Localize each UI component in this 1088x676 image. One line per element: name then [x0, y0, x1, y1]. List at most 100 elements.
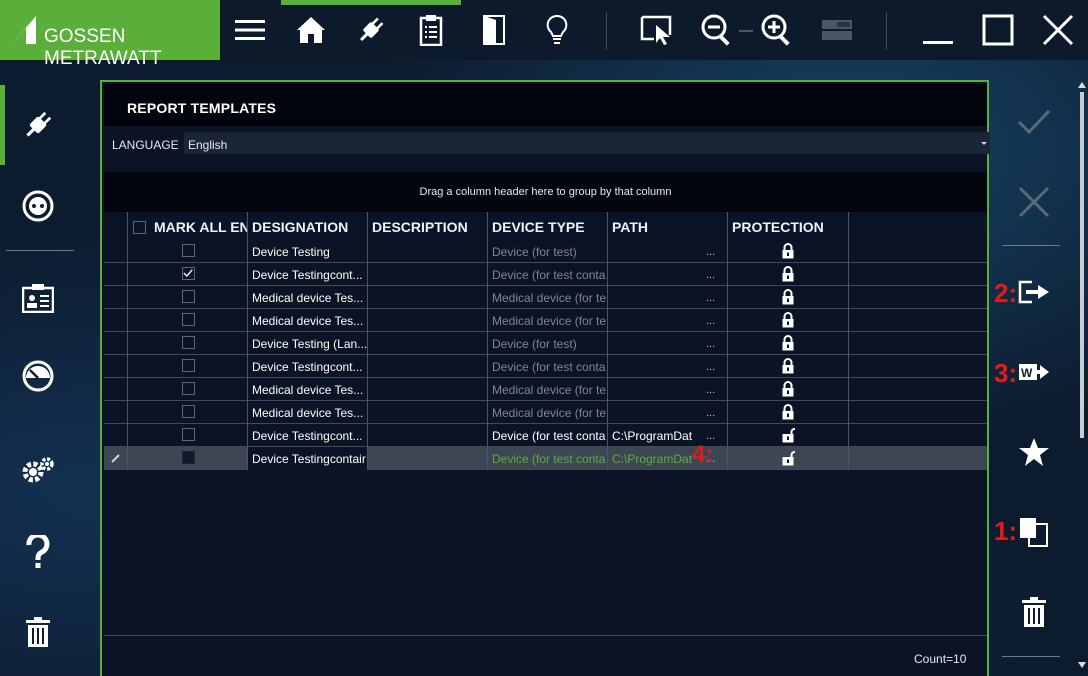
- device-type-cell[interactable]: Device (for test conta: [488, 424, 608, 447]
- sidebar-item-measurements[interactable]: [0, 336, 76, 416]
- row-indicator[interactable]: [104, 240, 128, 263]
- protection-cell[interactable]: [728, 263, 849, 286]
- mark-cell[interactable]: [128, 309, 248, 332]
- path-cell[interactable]: ...: [608, 240, 728, 263]
- table-row[interactable]: Device Testing (Lan... Device (for test).…: [104, 332, 987, 355]
- path-browse-button[interactable]: ...: [706, 246, 715, 258]
- cancel-button[interactable]: [990, 162, 1078, 242]
- lightbulb-button[interactable]: [535, 8, 579, 52]
- confirm-button[interactable]: [990, 82, 1078, 162]
- description-cell[interactable]: [368, 401, 488, 424]
- menu-button[interactable]: [228, 8, 272, 52]
- header-protection[interactable]: PROTECTION: [728, 212, 849, 240]
- close-window-button[interactable]: [1036, 8, 1080, 52]
- table-row[interactable]: Medical device Tes... Medical device (for…: [104, 378, 987, 401]
- description-cell[interactable]: [368, 378, 488, 401]
- path-browse-button[interactable]: ...: [706, 384, 715, 396]
- row-indicator[interactable]: [104, 401, 128, 424]
- protection-cell[interactable]: [728, 355, 849, 378]
- mark-cell[interactable]: [128, 424, 248, 447]
- row-indicator[interactable]: [104, 263, 128, 286]
- designation-cell[interactable]: Device Testing (Lan...: [248, 332, 368, 355]
- protection-cell[interactable]: [728, 286, 849, 309]
- device-type-cell[interactable]: Device (for test): [488, 240, 608, 263]
- description-cell[interactable]: [368, 447, 488, 470]
- row-checkbox[interactable]: [182, 405, 195, 418]
- path-cell[interactable]: ...: [608, 309, 728, 332]
- scrollbar-thumb[interactable]: [1080, 92, 1084, 438]
- row-indicator[interactable]: [104, 424, 128, 447]
- group-by-area[interactable]: Drag a column header here to group by th…: [104, 172, 987, 212]
- mark-cell[interactable]: [128, 401, 248, 424]
- path-cell[interactable]: ...: [608, 286, 728, 309]
- table-row[interactable]: Device Testingcont... Device (for test co…: [104, 355, 987, 378]
- minimize-button[interactable]: [916, 8, 960, 52]
- sidebar-item-settings[interactable]: [0, 430, 76, 510]
- device-type-cell[interactable]: Medical device (for te: [488, 401, 608, 424]
- path-cell[interactable]: ...: [608, 332, 728, 355]
- header-description[interactable]: DESCRIPTION: [368, 212, 488, 240]
- row-checkbox[interactable]: [182, 451, 195, 464]
- mark-cell[interactable]: [128, 447, 248, 470]
- row-checkbox[interactable]: [182, 428, 195, 441]
- sidebar-item-help[interactable]: [0, 512, 76, 592]
- path-cell[interactable]: ...: [608, 401, 728, 424]
- table-row[interactable]: Medical device Tes... Medical device (for…: [104, 401, 987, 424]
- device-type-cell[interactable]: Medical device (for te: [488, 309, 608, 332]
- header-mark-all[interactable]: MARK ALL EN: [128, 212, 248, 240]
- mark-cell[interactable]: [128, 286, 248, 309]
- table-row[interactable]: Device Testingcont... Device (for test co…: [104, 263, 987, 286]
- layout-button[interactable]: [815, 8, 859, 52]
- delete-button[interactable]: [990, 572, 1078, 652]
- row-checkbox[interactable]: [182, 359, 195, 372]
- path-cell[interactable]: ...: [608, 378, 728, 401]
- description-cell[interactable]: [368, 309, 488, 332]
- path-browse-button[interactable]: ...: [706, 338, 715, 350]
- protection-cell[interactable]: [728, 332, 849, 355]
- zoom-in-button[interactable]: [755, 8, 799, 52]
- row-checkbox[interactable]: [182, 267, 195, 280]
- device-type-cell[interactable]: Device (for test conta: [488, 447, 608, 470]
- description-cell[interactable]: [368, 286, 488, 309]
- path-browse-button[interactable]: ...: [706, 269, 715, 281]
- row-indicator[interactable]: [104, 378, 128, 401]
- exit-door-button[interactable]: [472, 8, 516, 52]
- row-checkbox[interactable]: [182, 336, 195, 349]
- sidebar-item-delete[interactable]: [0, 592, 76, 672]
- mark-cell[interactable]: [128, 332, 248, 355]
- protection-cell[interactable]: [728, 309, 849, 332]
- protection-cell[interactable]: [728, 378, 849, 401]
- designation-cell[interactable]: Device Testing: [248, 240, 368, 263]
- home-button[interactable]: [289, 8, 333, 52]
- protection-cell[interactable]: [728, 240, 849, 263]
- row-indicator[interactable]: [104, 309, 128, 332]
- table-row[interactable]: Device Testingcont... Device (for test co…: [104, 424, 987, 447]
- device-type-cell[interactable]: Device (for test): [488, 332, 608, 355]
- scroll-up-arrow[interactable]: [1078, 82, 1086, 88]
- favorite-button[interactable]: [990, 412, 1078, 492]
- designation-cell[interactable]: Device Testingcont...: [248, 355, 368, 378]
- row-indicator[interactable]: [104, 286, 128, 309]
- zoom-out-button[interactable]: [695, 8, 739, 52]
- protection-cell[interactable]: [728, 401, 849, 424]
- path-browse-button[interactable]: ...: [706, 407, 715, 419]
- protection-cell[interactable]: [728, 447, 849, 470]
- device-type-cell[interactable]: Device (for test conta: [488, 263, 608, 286]
- sidebar-item-devices[interactable]: [0, 85, 76, 165]
- clipboard-button[interactable]: [409, 8, 453, 52]
- mark-cell[interactable]: [128, 263, 248, 286]
- description-cell[interactable]: [368, 332, 488, 355]
- designation-cell[interactable]: Device Testingcont...: [248, 263, 368, 286]
- table-row[interactable]: Medical device Tes... Medical device (for…: [104, 286, 987, 309]
- device-type-cell[interactable]: Medical device (for te: [488, 378, 608, 401]
- designation-cell[interactable]: Device Testingcontair: [248, 447, 368, 470]
- designation-cell[interactable]: Medical device Tes...: [248, 378, 368, 401]
- table-row[interactable]: Device Testingcontair Device (for test co…: [104, 447, 987, 470]
- plug-tab-button[interactable]: [349, 8, 393, 52]
- sidebar-item-sockets[interactable]: [0, 166, 76, 246]
- path-browse-button[interactable]: ...: [706, 292, 715, 304]
- device-type-cell[interactable]: Medical device (for te: [488, 286, 608, 309]
- table-row[interactable]: Medical device Tes... Medical device (for…: [104, 309, 987, 332]
- header-device-type[interactable]: DEVICE TYPE: [488, 212, 608, 240]
- designation-cell[interactable]: Medical device Tes...: [248, 401, 368, 424]
